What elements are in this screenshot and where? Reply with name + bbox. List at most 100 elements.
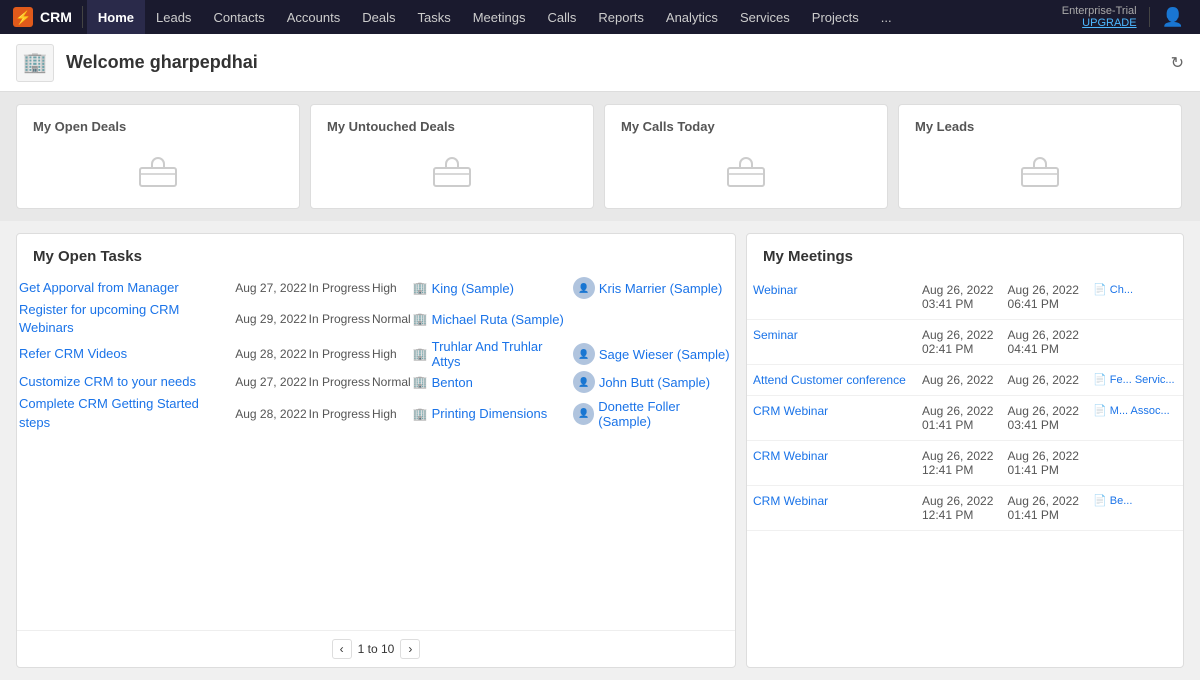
meeting-related: 📄M... Assoc... [1087,396,1183,441]
meeting-end: Aug 26, 2022 [1002,365,1088,396]
user-menu[interactable]: 👤 [1154,7,1192,28]
summary-cards-row: My Open Deals My Untouched Deals My Call… [0,92,1200,221]
meeting-name-link[interactable]: Seminar [753,328,798,342]
account-icon: 🏢 [413,375,428,389]
task-row: Get Apporval from Manager Aug 27, 2022 I… [19,277,733,299]
svg-text:⚡: ⚡ [15,10,31,26]
task-status: In Progress [309,301,370,337]
meeting-related-link[interactable]: 📄M... Assoc... [1093,404,1177,417]
task-name-link[interactable]: Refer CRM Videos [19,346,127,361]
task-name-link[interactable]: Register for upcoming CRM Webinars [19,302,179,335]
nav-item-services[interactable]: Services [729,0,801,34]
task-name-link[interactable]: Customize CRM to your needs [19,374,196,389]
task-name-link[interactable]: Complete CRM Getting Started steps [19,396,199,429]
task-name-link[interactable]: Get Apporval from Manager [19,280,179,295]
upgrade-link[interactable]: UPGRADE [1062,17,1137,29]
card-untouched-deals-title: My Untouched Deals [327,119,577,134]
meeting-related-link[interactable]: 📄Ch... [1093,283,1177,296]
task-row: Register for upcoming CRM Webinars Aug 2… [19,301,733,337]
task-status: In Progress [309,395,370,431]
nav-item-...[interactable]: ... [870,0,903,34]
nav-item-projects[interactable]: Projects [801,0,870,34]
page-header: 🏢 Welcome gharpepdhai ↻ [0,34,1200,92]
task-contact: 👤 Donette Foller (Sample) [573,395,733,431]
nav-item-home[interactable]: Home [87,0,145,34]
card-my-leads-title: My Leads [915,119,1165,134]
meeting-start: Aug 26, 202212:41 PM [916,486,1002,531]
nav-item-leads[interactable]: Leads [145,0,202,34]
meeting-related: 📄Ch... [1087,275,1183,320]
meeting-name-cell: Seminar [747,320,916,365]
avatar: 👤 [573,403,594,425]
meeting-name-cell: CRM Webinar [747,441,916,486]
card-calls-today-title: My Calls Today [621,119,871,134]
meeting-start: Aug 26, 202212:41 PM [916,441,1002,486]
account-icon: 🏢 [413,281,428,295]
task-row: Refer CRM Videos Aug 28, 2022 In Progres… [19,339,733,369]
account-link[interactable]: 🏢 Truhlar And Truhlar Attys [413,339,571,369]
account-link[interactable]: 🏢 Printing Dimensions [413,406,571,421]
refresh-button[interactable]: ↻ [1171,53,1184,73]
nav-item-tasks[interactable]: Tasks [406,0,461,34]
meeting-end: Aug 26, 202201:41 PM [1002,486,1088,531]
related-icon: 📄 [1093,494,1107,507]
meeting-name-cell: Webinar [747,275,916,320]
prev-page-button[interactable]: ‹ [332,639,352,659]
avatar: 👤 [573,277,595,299]
tasks-table-container: Get Apporval from Manager Aug 27, 2022 I… [17,275,735,630]
meeting-row: Webinar Aug 26, 202203:41 PM Aug 26, 202… [747,275,1183,320]
meeting-related [1087,441,1183,486]
account-link[interactable]: 🏢 King (Sample) [413,281,571,296]
nav-item-accounts[interactable]: Accounts [276,0,351,34]
task-row: Customize CRM to your needs Aug 27, 2022… [19,371,733,393]
account-link[interactable]: 🏢 Michael Ruta (Sample) [413,312,571,327]
meeting-related-link[interactable]: 📄Be... [1093,494,1177,507]
avatar: 👤 [573,371,595,393]
meeting-related-link[interactable]: 📄Fe... Servic... [1093,373,1177,386]
tasks-table: Get Apporval from Manager Aug 27, 2022 I… [17,275,735,434]
nav-items: HomeLeadsContactsAccountsDealsTasksMeeti… [87,0,903,34]
account-icon: 🏢 [413,312,428,326]
next-page-button[interactable]: › [400,639,420,659]
task-status: In Progress [309,339,370,369]
task-status: In Progress [309,277,370,299]
task-row: Complete CRM Getting Started steps Aug 2… [19,395,733,431]
task-account: 🏢 Benton [413,371,571,393]
meeting-name-link[interactable]: CRM Webinar [753,449,828,463]
task-contact: 👤 Sage Wieser (Sample) [573,339,733,369]
card-my-leads-icon [915,150,1165,194]
meeting-name-link[interactable]: Webinar [753,283,797,297]
contact-link[interactable]: 👤 Donette Foller (Sample) [573,399,733,429]
nav-item-calls[interactable]: Calls [536,0,587,34]
nav-item-analytics[interactable]: Analytics [655,0,729,34]
meetings-panel: My Meetings Webinar Aug 26, 202203:41 PM… [746,233,1184,668]
task-account: 🏢 Printing Dimensions [413,395,571,431]
card-open-deals-title: My Open Deals [33,119,283,134]
contact-link[interactable]: 👤 John Butt (Sample) [573,371,733,393]
task-status: In Progress [309,371,370,393]
account-link[interactable]: 🏢 Benton [413,375,571,390]
meeting-name-link[interactable]: CRM Webinar [753,494,828,508]
contact-link[interactable]: 👤 Kris Marrier (Sample) [573,277,733,299]
task-contact: 👤 Kris Marrier (Sample) [573,277,733,299]
meeting-name-link[interactable]: Attend Customer conference [753,373,906,387]
meeting-start: Aug 26, 202201:41 PM [916,396,1002,441]
task-priority: High [372,339,411,369]
nav-item-reports[interactable]: Reports [587,0,655,34]
meeting-related: 📄Fe... Servic... [1087,365,1183,396]
nav-item-meetings[interactable]: Meetings [462,0,537,34]
meeting-name-link[interactable]: CRM Webinar [753,404,828,418]
meeting-name-cell: CRM Webinar [747,486,916,531]
enterprise-badge: Enterprise-Trial UPGRADE [1062,5,1145,29]
contact-link[interactable]: 👤 Sage Wieser (Sample) [573,343,733,365]
task-date: Aug 27, 2022 [235,277,306,299]
task-contact [573,301,733,337]
meeting-end: Aug 26, 202201:41 PM [1002,441,1088,486]
meeting-row: CRM Webinar Aug 26, 202212:41 PM Aug 26,… [747,486,1183,531]
brand-logo[interactable]: ⚡ CRM [8,6,83,28]
card-my-leads: My Leads [898,104,1182,209]
meetings-table: Webinar Aug 26, 202203:41 PM Aug 26, 202… [747,275,1183,531]
nav-item-deals[interactable]: Deals [351,0,406,34]
nav-item-contacts[interactable]: Contacts [202,0,275,34]
task-contact: 👤 John Butt (Sample) [573,371,733,393]
